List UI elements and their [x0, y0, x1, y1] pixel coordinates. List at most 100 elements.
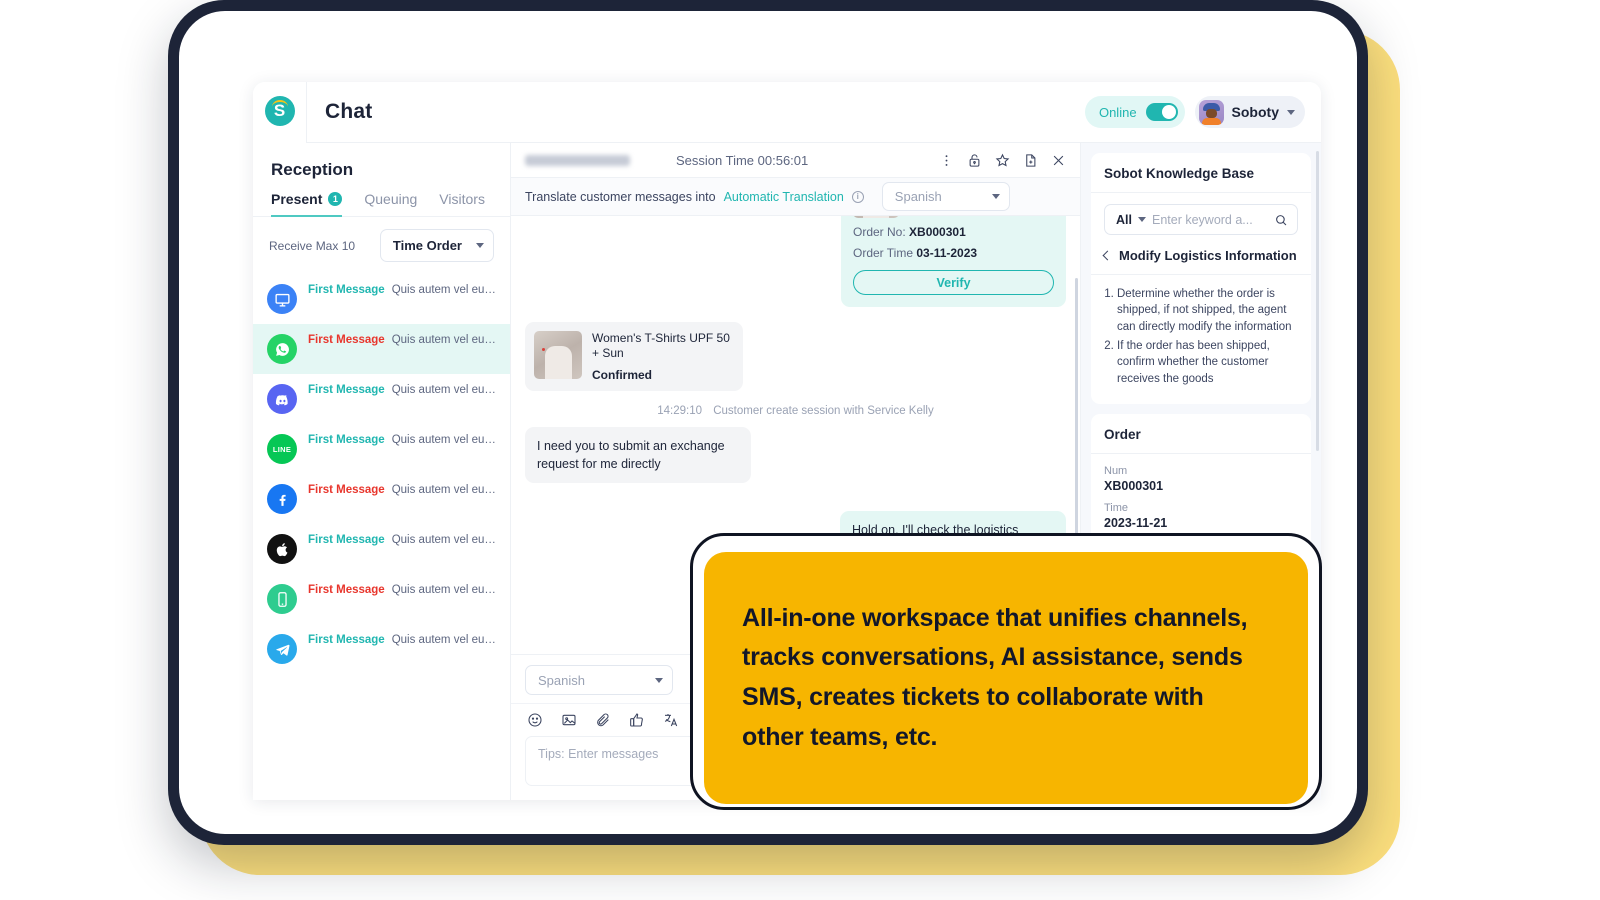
order-time-label: Time [1104, 502, 1298, 514]
kb-search-input[interactable]: Enter keyword a... [1152, 213, 1268, 227]
message-preview: Quis autem vel eum iu... [392, 534, 496, 546]
contact-subtitle: First MessageQuis autem vel eum iu... [308, 484, 496, 496]
product-message-text: Women's T-Shirts UPF 50 + Sun Confirmed [592, 331, 734, 382]
contact-subtitle: First MessageQuis autem vel eum iu... [308, 334, 496, 346]
list-item-content: First MessageQuis autem vel eum iu... [308, 334, 496, 346]
side-panel-scrollbar[interactable] [1316, 151, 1319, 451]
tab-visitors[interactable]: Visitors [439, 191, 485, 216]
order-card-time-row: Order Time 03-11-2023 [853, 246, 1054, 260]
chevron-down-icon [992, 194, 1000, 199]
attachment-icon[interactable] [595, 712, 611, 728]
info-icon[interactable]: i [852, 191, 864, 203]
kb-filter-value[interactable]: All [1116, 213, 1132, 227]
composer-language-select[interactable]: Spanish [525, 665, 673, 695]
order-panel-title: Order [1091, 414, 1311, 454]
list-item-content: First MessageQuis autem vel eum iu... [308, 434, 496, 446]
app-header: Chat Online Soboty [307, 82, 1321, 143]
online-status-toggle[interactable]: Online [1085, 96, 1185, 128]
list-item-content: First MessageQuis autem vel eum iu... [308, 634, 496, 646]
verify-button[interactable]: Verify [853, 270, 1054, 295]
list-filter-row: Receive Max 10 Time Order [253, 217, 510, 270]
list-item[interactable]: First MessageQuis autem vel eum iu... [253, 324, 510, 374]
add-doc-icon[interactable] [1023, 153, 1038, 168]
chevron-down-icon [655, 678, 663, 683]
translate-language-select[interactable]: Spanish [882, 182, 1010, 211]
list-item[interactable]: First MessageQuis autem vel eum iu... [253, 624, 510, 674]
list-item-content: First MessageQuis autem vel eum iu... [308, 484, 496, 496]
chat-header: Session Time 00:56:01 [511, 143, 1080, 178]
thumbs-up-icon[interactable] [629, 712, 645, 728]
order-time-label: Order Time [853, 246, 913, 260]
avatar-body [1202, 118, 1221, 125]
knowledge-base-search[interactable]: All Enter keyword a... [1104, 204, 1298, 235]
discord-icon [274, 391, 291, 408]
translate-icon[interactable] [663, 712, 679, 728]
search-icon[interactable] [1274, 213, 1288, 227]
order-time-value: 2023-11-21 [1104, 516, 1298, 530]
contact-subtitle: First MessageQuis autem vel eum iu... [308, 584, 496, 596]
status-toggle-switch[interactable] [1146, 103, 1178, 121]
contact-subtitle: First MessageQuis autem vel eum iu... [308, 434, 496, 446]
order-card-top: Sun 1 Pcs X $50 [853, 216, 1054, 218]
callout-text: All-in-one workspace that unifies channe… [742, 599, 1270, 758]
tab-queuing[interactable]: Queuing [364, 191, 417, 216]
more-icon[interactable] [939, 153, 954, 168]
back-chevron-icon[interactable] [1103, 251, 1113, 261]
avatar [1199, 100, 1224, 125]
first-message-badge: First Message [308, 534, 385, 546]
tab-present[interactable]: Present 1 [271, 191, 342, 216]
chevron-down-icon [1287, 110, 1295, 115]
star-icon[interactable] [995, 153, 1010, 168]
tab-visitors-label: Visitors [439, 191, 485, 207]
close-icon[interactable] [1051, 153, 1066, 168]
product-message-title: Women's T-Shirts UPF 50 + Sun [592, 331, 734, 361]
list-item[interactable]: LINE First MessageQuis autem vel eum iu..… [253, 424, 510, 474]
message-preview: Quis autem vel eum iu... [392, 434, 496, 446]
kb-step: Determine whether the order is shipped, … [1117, 286, 1298, 335]
channel-icon [267, 384, 297, 414]
list-item[interactable]: First Message Quis autem vel eum iu... [253, 524, 510, 574]
image-icon[interactable] [561, 712, 577, 728]
avatar-face [1206, 109, 1217, 118]
contact-subtitle: First MessageQuis autem vel eum iu... [308, 284, 496, 296]
channel-icon: LINE [267, 434, 297, 464]
automatic-translation-link[interactable]: Automatic Translation [724, 190, 844, 204]
sort-order-value: Time Order [393, 238, 462, 253]
user-menu[interactable]: Soboty [1195, 96, 1305, 128]
tab-present-badge: 1 [328, 192, 342, 206]
channel-icon [267, 584, 297, 614]
contact-list[interactable]: First Message Quis autem vel eum iu... Fir… [253, 270, 510, 800]
lock-icon[interactable] [967, 153, 982, 168]
conversation-list-panel: Reception Present 1 Queuing Visitors [253, 143, 511, 800]
contact-subtitle: First Message Quis autem vel eum iu... [308, 534, 496, 546]
list-item-content: First MessageQuis autem vel eum iu... [308, 384, 496, 396]
list-item[interactable]: First MessageQuis autem vel eum iu... [253, 474, 510, 524]
channel-icon [267, 534, 297, 564]
screenshot-stage: S [0, 0, 1600, 900]
kb-steps-list: Determine whether the order is shipped, … [1091, 275, 1311, 404]
message-preview: Quis autem vel eum iu... [392, 284, 496, 296]
order-no-label: Order No: [853, 225, 906, 239]
emoji-icon[interactable] [527, 712, 543, 728]
channel-icon [267, 284, 297, 314]
order-time-value: 03-11-2023 [916, 246, 977, 260]
kb-article-header: Modify Logistics Information [1091, 246, 1311, 275]
order-card-number-row: Order No: XB000301 [853, 225, 1054, 239]
facebook-icon [274, 491, 291, 508]
chevron-down-icon[interactable] [1138, 217, 1146, 222]
translate-language-value: Spanish [895, 189, 942, 204]
list-item[interactable]: First MessageQuis autem vel eum iu... [253, 574, 510, 624]
system-message: 14:29:10 Customer create session with Se… [525, 405, 1066, 417]
message-preview: Quis autem vel eum iu... [392, 384, 496, 396]
order-no-value: XB000301 [909, 225, 966, 239]
chat-customer-name [525, 155, 630, 166]
thumbnail-accent [542, 348, 545, 351]
channel-icon [267, 484, 297, 514]
list-item[interactable]: First MessageQuis autem vel eum iu... [253, 274, 510, 324]
sort-order-select[interactable]: Time Order [380, 229, 494, 262]
list-item[interactable]: First MessageQuis autem vel eum iu... [253, 374, 510, 424]
chevron-down-icon [476, 243, 484, 248]
first-message-badge: First Message [308, 484, 385, 496]
channel-icon [267, 634, 297, 664]
tab-present-label: Present [271, 191, 322, 207]
